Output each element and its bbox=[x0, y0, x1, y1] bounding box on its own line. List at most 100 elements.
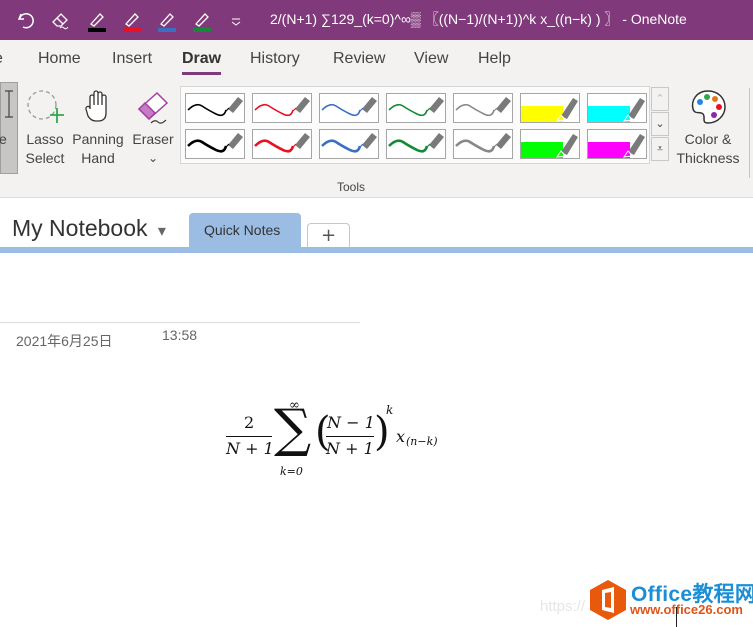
pen-icon bbox=[187, 97, 243, 117]
highlighter-icon bbox=[588, 134, 645, 158]
eraser-qat-button[interactable] bbox=[47, 6, 75, 34]
tab-insert[interactable]: Insert bbox=[112, 50, 152, 68]
office-logo-icon bbox=[590, 580, 626, 620]
notebook-selector[interactable]: My Notebook ▾ bbox=[12, 215, 166, 242]
undo-button[interactable] bbox=[12, 6, 40, 34]
title-bar: 2/(N+1) ∑129_(k=0)^∞▒ 〖((N−1)/(N+1))^k x… bbox=[0, 0, 753, 40]
pen-swatch[interactable] bbox=[386, 129, 446, 159]
pen-swatch[interactable] bbox=[386, 93, 446, 123]
pen-icon bbox=[254, 133, 310, 153]
exponent: k bbox=[386, 403, 394, 417]
pen-icon bbox=[455, 133, 511, 153]
customize-qat-button[interactable] bbox=[222, 6, 250, 34]
pen-swatch[interactable] bbox=[252, 93, 312, 123]
pen-icon bbox=[193, 13, 211, 32]
frac2-denominator: N + 1 bbox=[326, 439, 374, 458]
gallery-scroll-down-button[interactable]: ⌄ bbox=[651, 112, 669, 136]
pen-swatch[interactable] bbox=[319, 93, 379, 123]
pen-swatch[interactable] bbox=[319, 129, 379, 159]
page-date: 2021年6月25日 bbox=[16, 333, 113, 349]
highlighter-icon bbox=[521, 134, 578, 158]
ribbon-tab-bar: e Home Insert Draw History Review View H… bbox=[0, 40, 753, 80]
section-tab-quick-notes[interactable]: Quick Notes bbox=[189, 213, 301, 248]
pen-blue-qat-button[interactable] bbox=[153, 6, 181, 34]
panning-hand-button[interactable]: Panning Hand bbox=[70, 84, 126, 168]
panning-hand-label-1: Panning bbox=[72, 131, 124, 147]
pen-icon bbox=[388, 133, 444, 153]
window-title: 2/(N+1) ∑129_(k=0)^∞▒ 〖((N−1)/(N+1))^k x… bbox=[270, 11, 687, 27]
type-label: e bbox=[0, 131, 7, 147]
notebook-name: My Notebook bbox=[12, 215, 148, 241]
highlighter-icon bbox=[588, 98, 645, 122]
subscript: (n−k) bbox=[406, 435, 438, 448]
gallery-more-button[interactable]: ⩡ bbox=[651, 137, 669, 161]
lasso-select-icon bbox=[27, 90, 64, 123]
tab-review[interactable]: Review bbox=[333, 50, 385, 68]
lasso-select-button[interactable]: Lasso Select bbox=[22, 84, 68, 168]
undo-icon bbox=[17, 12, 34, 29]
math-equation[interactable]: 2 N + 1 ∞ ∑ k=0 ( N − 1 N + 1 ) k x (n−k… bbox=[222, 393, 452, 483]
text-cursor bbox=[676, 607, 677, 627]
sum-symbol: ∑ bbox=[274, 399, 312, 459]
hand-icon bbox=[85, 90, 107, 122]
frac1-numerator: 2 bbox=[244, 413, 255, 432]
gallery-scroll-up-button[interactable]: ⌃ bbox=[651, 87, 669, 111]
pen-icon bbox=[388, 97, 444, 117]
type-button[interactable]: e bbox=[0, 82, 18, 174]
page-canvas[interactable]: 2021年6月25日 13:58 2 N + 1 ∞ ∑ k=0 ( N − 1… bbox=[0, 253, 753, 627]
tab-help[interactable]: Help bbox=[478, 50, 511, 68]
ribbon-draw: e Lasso Select Panning Hand Eraser ⌄ ⌃ ⌄… bbox=[0, 80, 753, 198]
variable-x: x bbox=[396, 427, 406, 446]
page-title-underline bbox=[0, 322, 360, 323]
tab-draw[interactable]: Draw bbox=[182, 50, 222, 75]
pen-green-qat-button[interactable] bbox=[188, 6, 216, 34]
frac2-numerator: N − 1 bbox=[327, 413, 375, 432]
tab-history[interactable]: History bbox=[250, 50, 300, 68]
tab-view[interactable]: View bbox=[414, 50, 448, 68]
tools-group-label: Tools bbox=[337, 180, 366, 194]
notebook-bar: My Notebook ▾ Quick Notes + bbox=[0, 199, 753, 248]
color-thickness-label-1: Color & bbox=[684, 131, 732, 147]
tab-home[interactable]: Home bbox=[38, 50, 81, 68]
eraser-label: Eraser bbox=[132, 131, 174, 147]
chevron-down-icon: ▾ bbox=[157, 223, 166, 240]
page-time: 13:58 bbox=[162, 327, 198, 343]
add-section-button[interactable]: + bbox=[307, 223, 350, 248]
color-thickness-button[interactable]: Color & Thickness bbox=[672, 84, 744, 168]
pen-icon bbox=[321, 97, 377, 117]
customize-qat-icon bbox=[231, 18, 241, 26]
pen-icon bbox=[158, 13, 176, 32]
pen-icon bbox=[455, 97, 511, 117]
pen-black-qat-button[interactable] bbox=[83, 6, 111, 34]
ribbon-separator bbox=[749, 88, 750, 178]
pen-swatch[interactable] bbox=[453, 129, 513, 159]
highlighter-swatch[interactable] bbox=[520, 93, 580, 123]
frac2-bar bbox=[326, 436, 374, 437]
eraser-icon bbox=[137, 91, 169, 124]
sum-lower-limit: k=0 bbox=[280, 465, 303, 478]
pen-swatch[interactable] bbox=[453, 93, 513, 123]
pen-swatch[interactable] bbox=[185, 129, 245, 159]
lasso-select-label-2: Select bbox=[25, 150, 65, 166]
color-thickness-label-2: Thickness bbox=[676, 150, 740, 166]
pen-red-qat-button[interactable] bbox=[118, 6, 146, 34]
eraser-dropdown-icon[interactable]: ⌄ bbox=[130, 149, 176, 168]
highlighter-swatch[interactable] bbox=[587, 93, 647, 123]
highlighter-icon bbox=[521, 98, 578, 122]
office-logo bbox=[588, 578, 628, 626]
tab-partial[interactable]: e bbox=[0, 50, 3, 68]
palette-icon bbox=[691, 90, 726, 124]
eraser-icon bbox=[52, 13, 69, 30]
eraser-button[interactable]: Eraser ⌄ bbox=[130, 84, 176, 168]
pen-swatch[interactable] bbox=[185, 93, 245, 123]
highlighter-swatch[interactable] bbox=[520, 129, 580, 159]
pen-icon bbox=[123, 13, 141, 32]
pen-icon bbox=[321, 133, 377, 153]
pen-swatch[interactable] bbox=[252, 129, 312, 159]
watermark-site: www.office26.com bbox=[630, 602, 743, 617]
watermark-faded-url: https:// bbox=[540, 598, 586, 615]
text-cursor-icon bbox=[5, 90, 13, 118]
highlighter-swatch[interactable] bbox=[587, 129, 647, 159]
panning-hand-label-2: Hand bbox=[81, 150, 115, 166]
pen-gallery bbox=[180, 86, 650, 164]
